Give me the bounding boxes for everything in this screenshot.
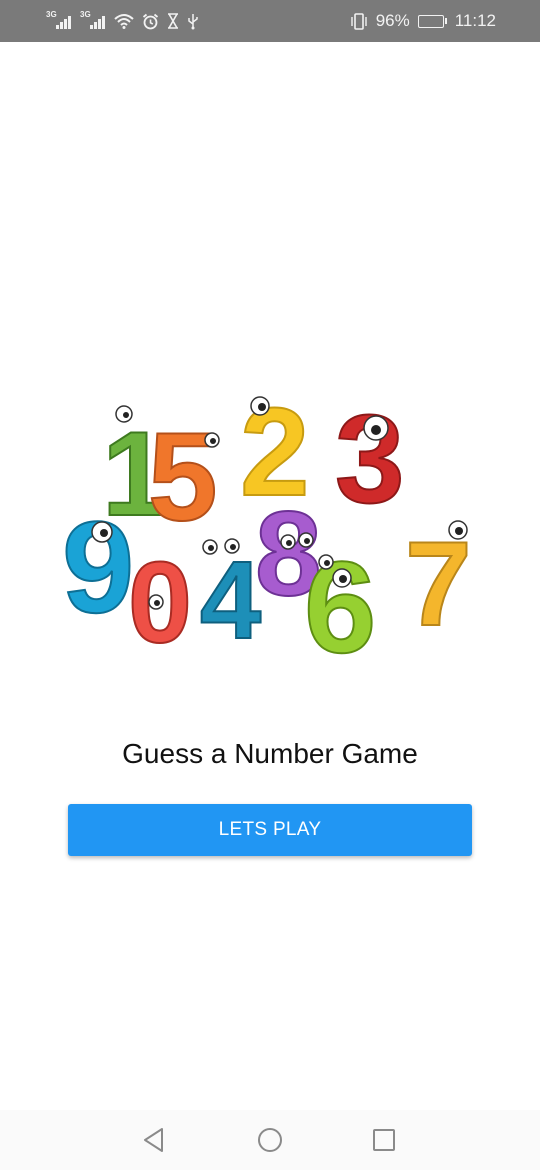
screen: 3G 3G 96% 11:12 1 5 2 3 9 0 4 8 6 7 Gues… [0, 0, 540, 1170]
svg-text:9: 9 [62, 494, 134, 640]
digit-six: 6 [303, 533, 377, 681]
svg-text:4: 4 [200, 539, 261, 662]
usb-icon [187, 13, 199, 30]
svg-text:5: 5 [148, 408, 218, 547]
digit-zero: 0 [127, 538, 193, 668]
digit-four: 4 [199, 538, 262, 663]
wifi-icon [114, 13, 134, 29]
status-time: 11:12 [454, 11, 496, 30]
cartoon-numbers-illustration: 1 5 2 3 9 0 4 8 6 7 [60, 380, 480, 681]
battery-percent: 96% [375, 11, 410, 30]
vibrate-icon [350, 12, 368, 30]
back-icon[interactable] [134, 1120, 174, 1160]
hourglass-icon [167, 13, 179, 29]
signal-icon: 3G [80, 11, 106, 31]
battery-icon [417, 14, 447, 28]
digit-five: 5 [147, 407, 220, 548]
svg-text:6: 6 [304, 534, 376, 670]
status-left: 3G 3G [46, 11, 199, 31]
signal-icon: 3G [46, 11, 72, 31]
page-title: Guess a Number Game [122, 738, 418, 769]
svg-text:3: 3 [335, 390, 405, 529]
alarm-icon [142, 13, 159, 30]
home-icon[interactable] [250, 1120, 290, 1160]
lets-play-button[interactable]: LETS PLAY [68, 804, 472, 856]
digit-nine: 9 [61, 493, 135, 641]
status-bar: 3G 3G 96% 11:12 [0, 0, 540, 42]
recents-icon[interactable] [364, 1120, 404, 1160]
digit-three: 3 [334, 389, 406, 530]
navigation-bar [0, 1110, 540, 1170]
digit-seven: 7 [404, 516, 473, 652]
status-right: 96% 11:12 [350, 11, 496, 31]
